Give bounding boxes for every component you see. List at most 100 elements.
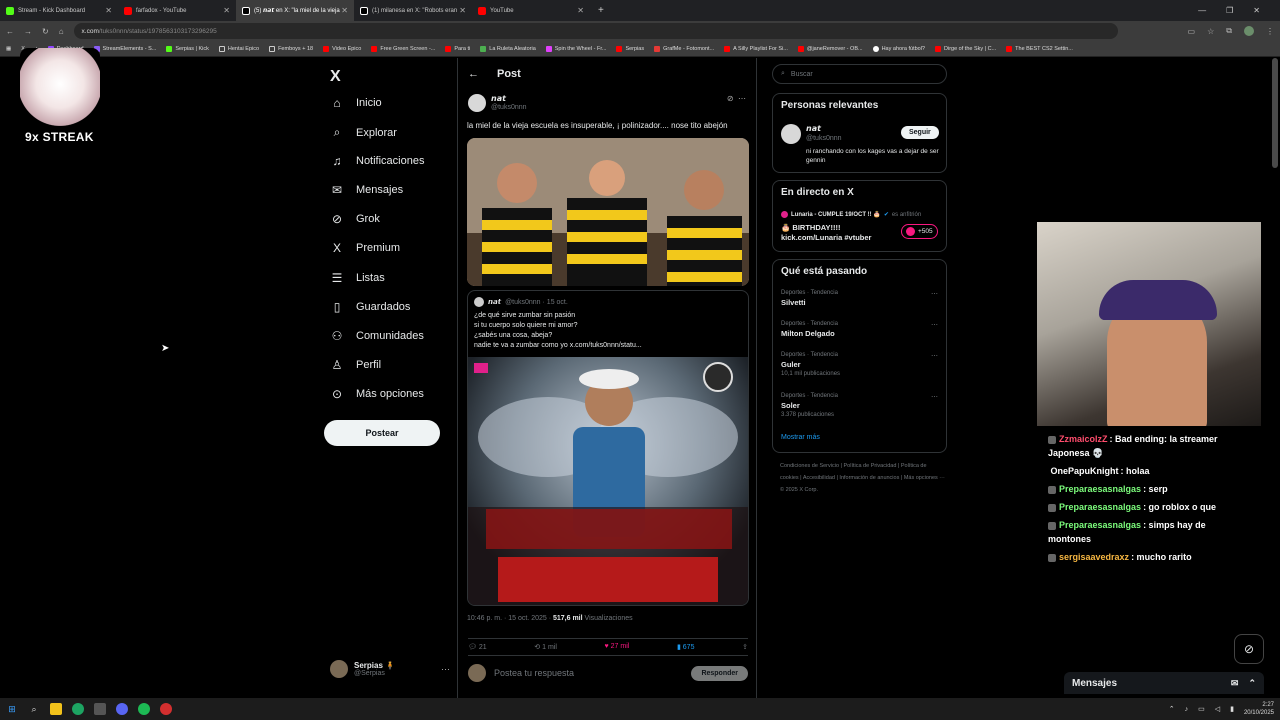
follow-button[interactable]: Seguir [901,126,939,139]
nav-item-mas-opciones[interactable]: ⊙ Más opciones [330,387,424,401]
new-tab-button[interactable]: + [598,5,604,16]
menu-icon[interactable]: ⋮ [1266,27,1274,36]
bookmark-item[interactable]: A Silly Playlist For Si... [724,45,788,52]
chevron-up-icon[interactable]: ⌃ [1169,705,1175,713]
close-icon[interactable]: ✕ [223,6,230,15]
search-input[interactable]: ⌕ Buscar [772,64,947,84]
star-icon[interactable]: ☆ [1207,27,1214,36]
browser-tab[interactable]: (1) milanesa en X: "Robots eran ✕ [354,0,472,21]
extensions-icon[interactable]: ⧉ [1226,26,1232,36]
search-icon[interactable]: ⌕ [28,703,40,715]
nav-item-inicio[interactable]: ⌂ Inicio [330,96,381,110]
url-field[interactable]: x.com/tuks0nnn/status/197856310317329629… [73,23,1118,39]
show-more-link[interactable]: Mostrar más [781,434,820,441]
back-arrow-icon[interactable]: ← [468,68,479,80]
trend-item[interactable]: Deportes · Tendencia Silvetti [781,290,838,307]
close-icon[interactable]: ✕ [341,6,348,15]
trend-item[interactable]: Deportes · Tendencia Soler 3.378 publicaci… [781,393,838,418]
file-explorer-icon[interactable] [50,703,62,715]
chrome-icon[interactable] [72,703,84,715]
mic-icon[interactable]: ♪ [1185,706,1189,713]
bookmark-item[interactable]: @janeRemover - OB... [797,45,863,52]
close-window-icon[interactable]: ✕ [1253,6,1260,15]
spotify-icon[interactable] [138,703,150,715]
bookmark-item[interactable]: Dirge of the Sky | C... [935,45,996,52]
account-switcher[interactable]: Serpias 🧍 @Serpias ⋯ [330,660,450,678]
forward-icon[interactable]: → [24,27,32,36]
chevron-up-icon[interactable]: ⌃ [1248,678,1256,689]
bookmark-item[interactable]: Spin the Wheel - Fr... [545,45,606,52]
minimize-icon[interactable]: — [1198,6,1206,15]
more-icon[interactable]: ⋯ [931,321,938,329]
browser-tab[interactable]: Stream - Kick Dashboard ✕ [0,0,118,21]
more-icon[interactable]: ⋯ [441,664,450,675]
like-action[interactable]: ♥ 27 mil [605,643,630,651]
browser-tab[interactable]: farfadox - YouTube ✕ [118,0,236,21]
grok-icon[interactable]: ⊘ [727,94,734,103]
cast-icon[interactable]: ▭ [1188,27,1196,36]
x-logo[interactable]: X [330,68,341,86]
bookmark-item[interactable]: Hentai Epico [218,45,259,52]
nav-item-explorar[interactable]: ⌕ Explorar [330,125,397,140]
trend-item[interactable]: Deportes · Tendencia Guler 10,1 mil public… [781,352,840,377]
discord-icon[interactable] [116,703,128,715]
browser-tab[interactable]: YouTube ✕ [472,0,590,21]
avatar[interactable] [781,124,801,144]
apps-icon[interactable]: ▦ [6,46,11,52]
messages-drawer[interactable]: Mensajes ✉ ⌃ [1064,672,1264,694]
bookmark-action[interactable]: ▮ 675 [677,643,695,651]
close-icon[interactable]: ✕ [105,6,112,15]
nav-item-mensajes[interactable]: ✉ Mensajes [330,183,403,197]
reply-button[interactable]: Responder [691,665,748,681]
browser-tab-active[interactable]: (5) 𝙣𝙖𝙩 en X: "la miel de la vieja ✕ [236,0,354,21]
post-handle[interactable]: @tuks0nnn [491,104,527,111]
more-icon[interactable]: ⋯ [931,290,938,298]
close-icon[interactable]: ✕ [459,6,466,15]
profile-avatar[interactable] [1244,26,1254,36]
bookmark-item[interactable]: Serpias | Kick [166,45,209,52]
grok-floating-button[interactable]: ⊘ [1234,634,1264,664]
footer-links[interactable]: Condiciones de Servicio | Política de Pr… [780,460,945,496]
bookmark-item[interactable]: La Ruleta Aleatoria [480,45,536,52]
home-icon[interactable]: ⌂ [59,27,64,36]
nav-item-guardados[interactable]: ▯ Guardados [330,300,411,314]
bookmark-item[interactable]: Para ti [445,45,470,52]
close-icon[interactable]: ✕ [577,6,584,15]
quote-image[interactable] [468,357,748,605]
bookmark-item[interactable]: Serpias [616,45,644,52]
bookmark-item[interactable]: GrafMe - Fotomont... [654,45,714,52]
relevant-name[interactable]: 𝙣𝙖𝙩 [806,124,821,133]
nav-item-grok[interactable]: ⊘ Grok [330,212,380,226]
bookmark-item[interactable]: The BEST CS2 Settin... [1006,45,1073,52]
reply-input[interactable]: Postea tu respuesta [494,668,574,678]
repost-action[interactable]: ⟲ 1 mil [534,643,557,651]
avatar[interactable] [468,94,486,112]
nav-item-notificaciones[interactable]: ♫ Notificaciones [330,154,425,168]
more-icon[interactable]: ⋯ [738,94,746,103]
share-icon[interactable]: ⇪ [742,643,748,651]
volume-icon[interactable]: ◁ [1215,705,1220,713]
reply-action[interactable]: 💬︎ 21 [468,643,487,651]
windows-start-icon[interactable]: ⊞ [6,703,18,715]
obs-icon[interactable] [160,703,172,715]
nav-item-listas[interactable]: ☰ Listas [330,271,385,285]
back-icon[interactable]: ← [6,27,14,36]
more-icon[interactable]: ⋯ [931,352,938,360]
maximize-icon[interactable]: ❐ [1226,6,1233,15]
quoted-post[interactable]: 𝙣𝙖𝙩 @tuks0nnn · 15 oct. ¿de qué sirve zum… [467,290,749,606]
nav-item-perfil[interactable]: ♙ Perfil [330,358,381,372]
compose-icon[interactable]: ✉ [1231,678,1239,689]
post-author[interactable]: 𝙣𝙖𝙩 [491,94,506,103]
battery-icon[interactable]: ▮ [1230,705,1234,713]
live-host[interactable]: Lunaria - CUMPLE 19/OCT !! 🎂 ✔ es anfitr… [781,211,921,218]
bookmark-item[interactable]: Free Green Screen -... [371,45,435,52]
app-icon[interactable] [94,703,106,715]
nav-item-comunidades[interactable]: ⚇ Comunidades [330,329,424,343]
post-time[interactable]: 10:46 p. m. · 15 oct. 2025 · [467,615,553,622]
post-button[interactable]: Postear [324,420,440,446]
bookmark-item[interactable]: StreamElements - S... [93,45,156,52]
scrollbar[interactable] [1272,58,1278,168]
bookmark-item[interactable]: Video Epico [323,45,361,52]
more-icon[interactable]: ⋯ [931,393,938,401]
reload-icon[interactable]: ↻ [42,27,49,36]
